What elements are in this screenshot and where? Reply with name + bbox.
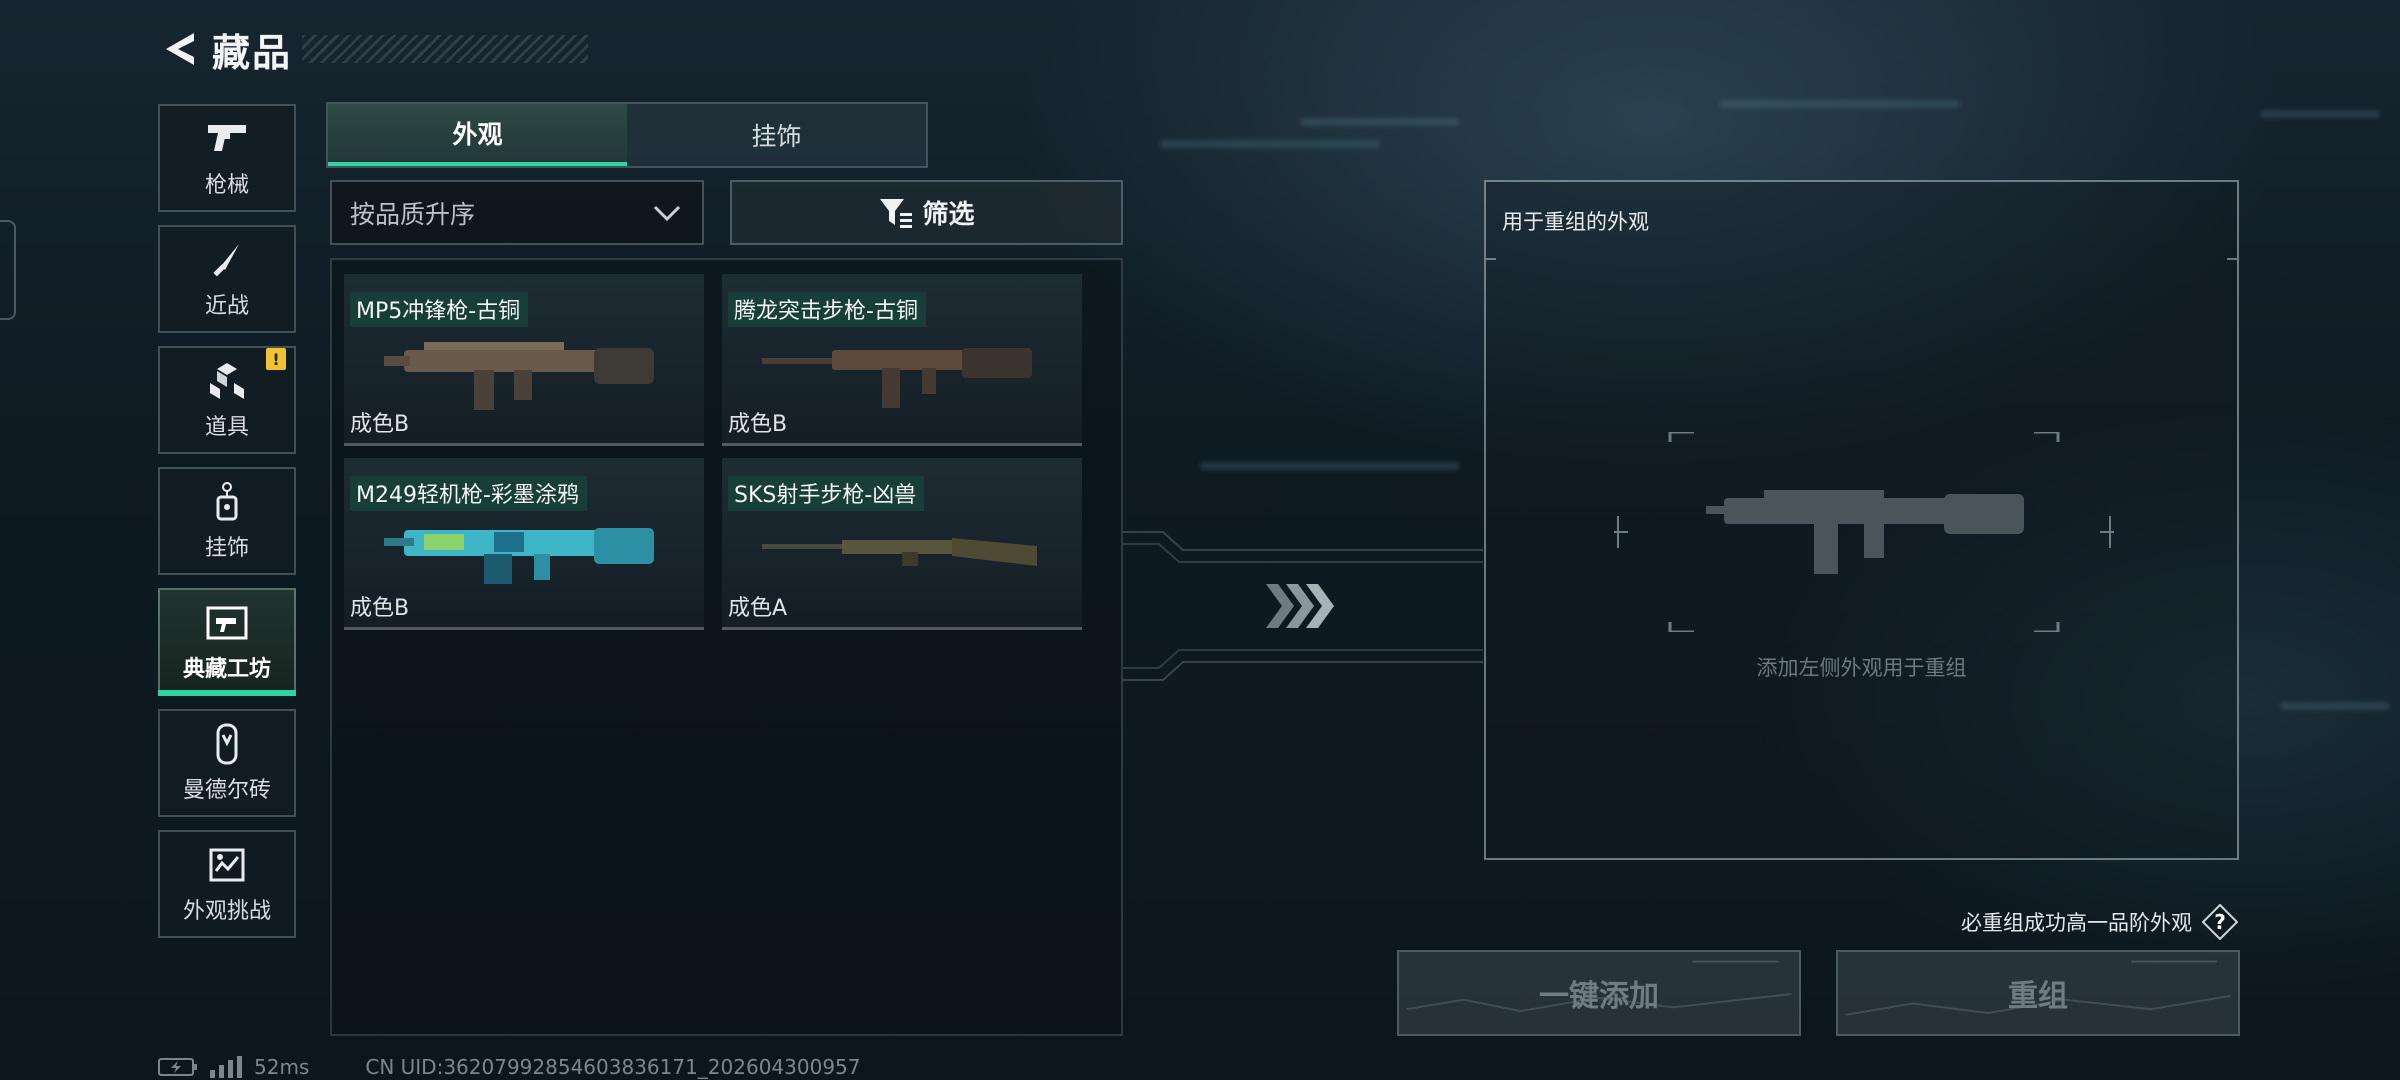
- bg-streak: [1200, 462, 1460, 470]
- panel-tick: [2227, 258, 2237, 260]
- bg-streak: [1160, 140, 1380, 148]
- skin-card-m249[interactable]: M249轻机枪-彩墨涂鸦 成色B: [344, 458, 704, 630]
- tab-appearance[interactable]: 外观: [328, 104, 627, 166]
- sidebar-item-guns[interactable]: 枪械: [158, 104, 296, 212]
- sidebar-item-workshop[interactable]: 典藏工坊: [158, 588, 296, 696]
- recompose-note: 必重组成功高一品阶外观 ?: [1600, 904, 2238, 940]
- help-icon: ?: [2202, 904, 2238, 940]
- tab-charms[interactable]: 挂饰: [627, 104, 926, 166]
- sidebar-item-label: 枪械: [204, 173, 249, 198]
- filter-icon: [880, 198, 913, 228]
- bg-streak: [1300, 118, 1460, 126]
- skin-card-mp5[interactable]: MP5冲锋枪-古铜 成色B: [344, 274, 704, 446]
- signal-icon: [210, 1056, 242, 1078]
- charm-tag-icon: [205, 480, 249, 524]
- tenglong-rifle-image: [762, 348, 1032, 408]
- svg-text:?: ?: [2214, 910, 2226, 934]
- filter-label: 筛选: [922, 200, 975, 230]
- back-arrow-icon: [166, 33, 194, 65]
- recompose-button[interactable]: 重组: [1836, 950, 2240, 1036]
- sort-value: 按品质升序: [350, 199, 476, 229]
- cubes-icon: [205, 359, 249, 403]
- sidebar-item-label: 外观挑战: [182, 899, 271, 924]
- back-button[interactable]: [158, 27, 202, 71]
- recompose-note-text: 必重组成功高一品阶外观: [1961, 911, 2192, 935]
- add-all-label: 一键添加: [1539, 979, 1659, 1014]
- edge-handle: [0, 220, 16, 320]
- mp5-image: [384, 342, 654, 410]
- sidebar-item-label: 挂饰: [204, 536, 249, 561]
- category-sidebar: 枪械 近战 ! 道具 挂饰 典藏工坊 曼德尔砖 外观挑战: [158, 104, 296, 951]
- chevrons-right-icon: [1266, 584, 1334, 628]
- sks-image: [762, 538, 1037, 566]
- add-all-button[interactable]: 一键添加: [1397, 950, 1801, 1036]
- recompose-hint: 添加左侧外观用于重组: [1756, 656, 1967, 680]
- skin-quality: 成色A: [728, 596, 788, 621]
- panel-tick: [1486, 258, 1496, 260]
- workshop-icon: [205, 601, 249, 645]
- tab-bar: 外观 挂饰: [326, 102, 928, 168]
- page-header: 藏品: [158, 24, 588, 75]
- filter-button[interactable]: 筛选: [730, 180, 1123, 245]
- card-underline: [344, 443, 704, 446]
- skin-card-tenglong[interactable]: 腾龙突击步枪-古铜 成色B: [722, 274, 1082, 446]
- sidebar-item-charms[interactable]: 挂饰: [158, 467, 296, 575]
- knife-icon: [205, 238, 249, 282]
- status-bar: 52ms CN UID:36207992854603836171_2026043…: [158, 1055, 861, 1079]
- bg-streak: [2280, 702, 2390, 710]
- card-underline: [722, 627, 1082, 630]
- sidebar-item-label: 道具: [204, 415, 249, 440]
- sort-dropdown[interactable]: 按品质升序: [330, 180, 704, 245]
- skin-card-sks[interactable]: SKS射手步枪-凶兽 成色A: [722, 458, 1082, 630]
- skin-name: M249轻机枪-彩墨涂鸦: [350, 476, 587, 511]
- title-decoration: [302, 35, 588, 63]
- skin-quality: 成色B: [350, 412, 410, 437]
- recompose-panel: 用于重组的外观 添加左侧外观用于重组: [1484, 180, 2239, 860]
- help-button[interactable]: ?: [2202, 904, 2238, 940]
- skin-name: SKS射手步枪-凶兽: [728, 476, 925, 511]
- sidebar-item-label: 近战: [204, 294, 249, 319]
- recompose-label: 重组: [2008, 979, 2068, 1014]
- chevron-down-icon: [653, 205, 681, 221]
- m249-image: [384, 528, 654, 584]
- bg-streak: [1720, 100, 1960, 108]
- skin-name: 腾龙突击步枪-古铜: [728, 292, 926, 327]
- sidebar-item-melee[interactable]: 近战: [158, 225, 296, 333]
- challenge-map-icon: [205, 843, 249, 887]
- sidebar-item-label: 典藏工坊: [182, 657, 271, 682]
- skin-quality: 成色B: [350, 596, 410, 621]
- card-underline: [722, 443, 1082, 446]
- pistol-icon: [205, 117, 249, 161]
- ping-value: 52ms: [254, 1055, 310, 1079]
- battery-icon: [158, 1058, 197, 1076]
- empty-slot-placeholder[interactable]: [1614, 432, 2114, 632]
- sidebar-item-props[interactable]: ! 道具: [158, 346, 296, 454]
- skin-name: MP5冲锋枪-古铜: [350, 292, 529, 327]
- alert-badge: !: [266, 348, 286, 370]
- bg-streak: [2260, 110, 2380, 118]
- sidebar-item-mandel-brick[interactable]: 曼德尔砖: [158, 709, 296, 817]
- page-title: 藏品: [212, 30, 293, 75]
- sidebar-item-challenge[interactable]: 外观挑战: [158, 830, 296, 938]
- skin-list: MP5冲锋枪-古铜 成色B 腾龙突击步枪-古铜 成色B M249轻机枪-彩墨涂鸦…: [330, 258, 1123, 1036]
- sidebar-item-label: 曼德尔砖: [182, 778, 271, 803]
- uid-text: CN UID:36207992854603836171_202604300957: [365, 1055, 861, 1079]
- skin-quality: 成色B: [728, 412, 788, 437]
- card-underline: [344, 627, 704, 630]
- recompose-panel-title: 用于重组的外观: [1502, 210, 1649, 234]
- mandel-brick-icon: [205, 722, 249, 766]
